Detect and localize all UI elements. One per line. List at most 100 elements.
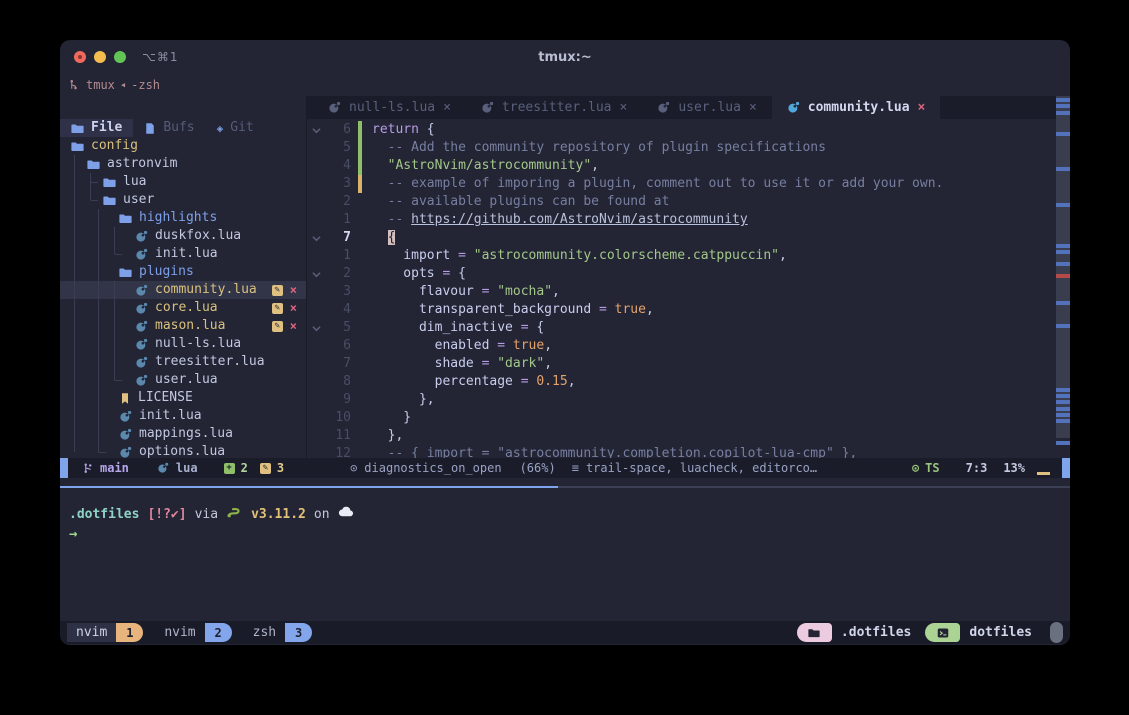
tree-item-mappings-lua[interactable]: mappings.lua [60,425,306,443]
window-shortcut-hint: ⌥⌘1 [142,50,178,64]
minimize-window-button[interactable] [94,51,106,63]
code-line[interactable]: 4 transparent_background = true, [307,301,1070,319]
buffer-tab-null-ls-lua[interactable]: null-ls.lua× [313,96,466,119]
code-line[interactable]: 1 import = "astrocommunity.colorscheme.c… [307,247,1070,265]
code-line[interactable]: 10 } [307,409,1070,427]
code-line[interactable]: 1 -- https://github.com/AstroNvim/astroc… [307,211,1070,229]
sidebar-tab-bufs[interactable]: Bufs [133,119,205,137]
tree-item-init-lua[interactable]: init.lua [60,245,306,263]
code-token: -- example of imporing a plugin, comment… [372,176,943,191]
scrollbar-mark-blue [1056,104,1070,108]
lua-icon [481,101,494,114]
fold-column [307,193,325,211]
code-token: import [372,248,450,263]
fold-arrow-icon[interactable] [307,319,325,337]
line-number: 3 [325,175,358,193]
code-line[interactable]: 6return { [307,121,1070,139]
code-token: }, [372,392,435,407]
tree-item-init-lua[interactable]: init.lua [60,407,306,425]
tmux-window-zsh-3[interactable]: zsh3 [244,623,312,642]
code-line[interactable]: 7 { [307,229,1070,247]
code-area[interactable]: 6return {5 -- Add the community reposito… [307,119,1070,458]
code-line[interactable]: 5 -- Add the community repository of plu… [307,139,1070,157]
unsaved-close-icon[interactable]: × [290,303,297,314]
tree-item-community-lua[interactable]: community.lua✎× [60,281,306,299]
tree-indent-elbow [90,191,98,201]
editor-scrollbar[interactable] [1056,96,1070,438]
fold-column [307,355,325,373]
tree-item-mason-lua[interactable]: mason.lua✎× [60,317,306,335]
code-token: enabled [372,338,489,353]
close-buffer-icon[interactable]: × [443,101,451,114]
code-line[interactable]: 3 -- example of imporing a plugin, comme… [307,175,1070,193]
code-line[interactable]: 3 flavour = "mocha", [307,283,1070,301]
tree-item-core-lua[interactable]: core.lua✎× [60,299,306,317]
sidebar-tab-file[interactable]: File [60,119,133,137]
tree-item-LICENSE[interactable]: LICENSE [60,389,306,407]
line-number: 12 [325,445,358,458]
added-count: 2 [241,461,248,475]
fold-column [307,157,325,175]
code-line[interactable]: 2 -- available plugins can be found at [307,193,1070,211]
code-line[interactable]: 6 enabled = true, [307,337,1070,355]
fold-column [307,427,325,445]
code-line[interactable]: 2 opts = { [307,265,1070,283]
code-line[interactable]: 5 dim_inactive = { [307,319,1070,337]
tree-item-config[interactable]: config [60,137,306,155]
folder-icon [87,158,100,171]
close-window-button[interactable] [74,51,86,63]
host-pill [925,623,960,642]
fold-arrow-icon[interactable] [307,229,325,247]
tree-item-options-lua[interactable]: options.lua [60,443,306,458]
buffer-tab-user-lua[interactable]: user.lua× [642,96,771,119]
code-line[interactable]: 9 }, [307,391,1070,409]
scrollbar-mark-blue [1056,441,1070,445]
code-token: dim_inactive [372,320,513,335]
tree-item-null-ls-lua[interactable]: null-ls.lua [60,335,306,353]
code-line[interactable]: 7 shade = "dark", [307,355,1070,373]
unsaved-close-icon[interactable]: × [290,321,297,332]
tree-item-astronvim[interactable]: astronvim [60,155,306,173]
close-buffer-icon[interactable]: × [918,101,926,114]
tmux-window-nvim-1[interactable]: nvim1 [67,623,143,642]
fold-arrow-icon[interactable] [307,121,325,139]
code-token: true [615,302,646,317]
zoom-window-button[interactable] [114,51,126,63]
code-token: return [372,122,419,137]
shell-pane[interactable]: .dotfiles [!?✔] via v3.11.2 on → [60,488,1070,621]
code-line[interactable]: 11 }, [307,427,1070,445]
tree-item-user-lua[interactable]: user.lua [60,371,306,389]
code-line-text: opts = { [372,265,466,283]
code-line[interactable]: 8 percentage = 0.15, [307,373,1070,391]
fold-arrow-icon[interactable] [307,265,325,283]
tree-item-label: LICENSE [138,389,193,407]
buffer-tab-community-lua[interactable]: community.lua× [772,96,941,119]
code-token: percentage [372,374,513,389]
code-token: -- { import = "astrocommunity.completion… [372,446,857,458]
git-sign-add [358,139,362,157]
code-token: = [513,374,536,389]
git-branch-segment: main [82,461,129,475]
buffer-tab-treesitter-lua[interactable]: treesitter.lua× [466,96,642,119]
sidebar-tab-git[interactable]: ◈Git [206,119,265,137]
close-buffer-icon[interactable]: × [749,101,757,114]
modified-badge-icon: ✎ [272,321,283,332]
close-buffer-icon[interactable]: × [620,101,628,114]
sign-column [358,247,362,265]
tree-item-duskfox-lua[interactable]: duskfox.lua [60,227,306,245]
tmux-window-nvim-2[interactable]: nvim2 [155,623,231,642]
desktop-background: ⌥⌘1 tmux:~ tmux ◀ -zsh FileBufs◈Git conf… [0,0,1129,715]
tree-item-treesitter-lua[interactable]: treesitter.lua [60,353,306,371]
unsaved-close-icon[interactable]: × [290,285,297,296]
tree-item-label: astronvim [107,155,177,173]
tree-item-plugins[interactable]: plugins [60,263,306,281]
window-title: tmux:~ [60,50,1070,65]
scrollbar-mark-blue [1056,301,1070,305]
tree-item-highlights[interactable]: highlights [60,209,306,227]
lua-icon [135,320,148,333]
code-line[interactable]: 4 "AstroNvim/astrocommunity", [307,157,1070,175]
sign-column [358,445,362,458]
scrollbar-mark-blue [1056,98,1070,102]
tmux-session-label: tmux [86,78,115,92]
code-line[interactable]: 12 -- { import = "astrocommunity.complet… [307,445,1070,458]
